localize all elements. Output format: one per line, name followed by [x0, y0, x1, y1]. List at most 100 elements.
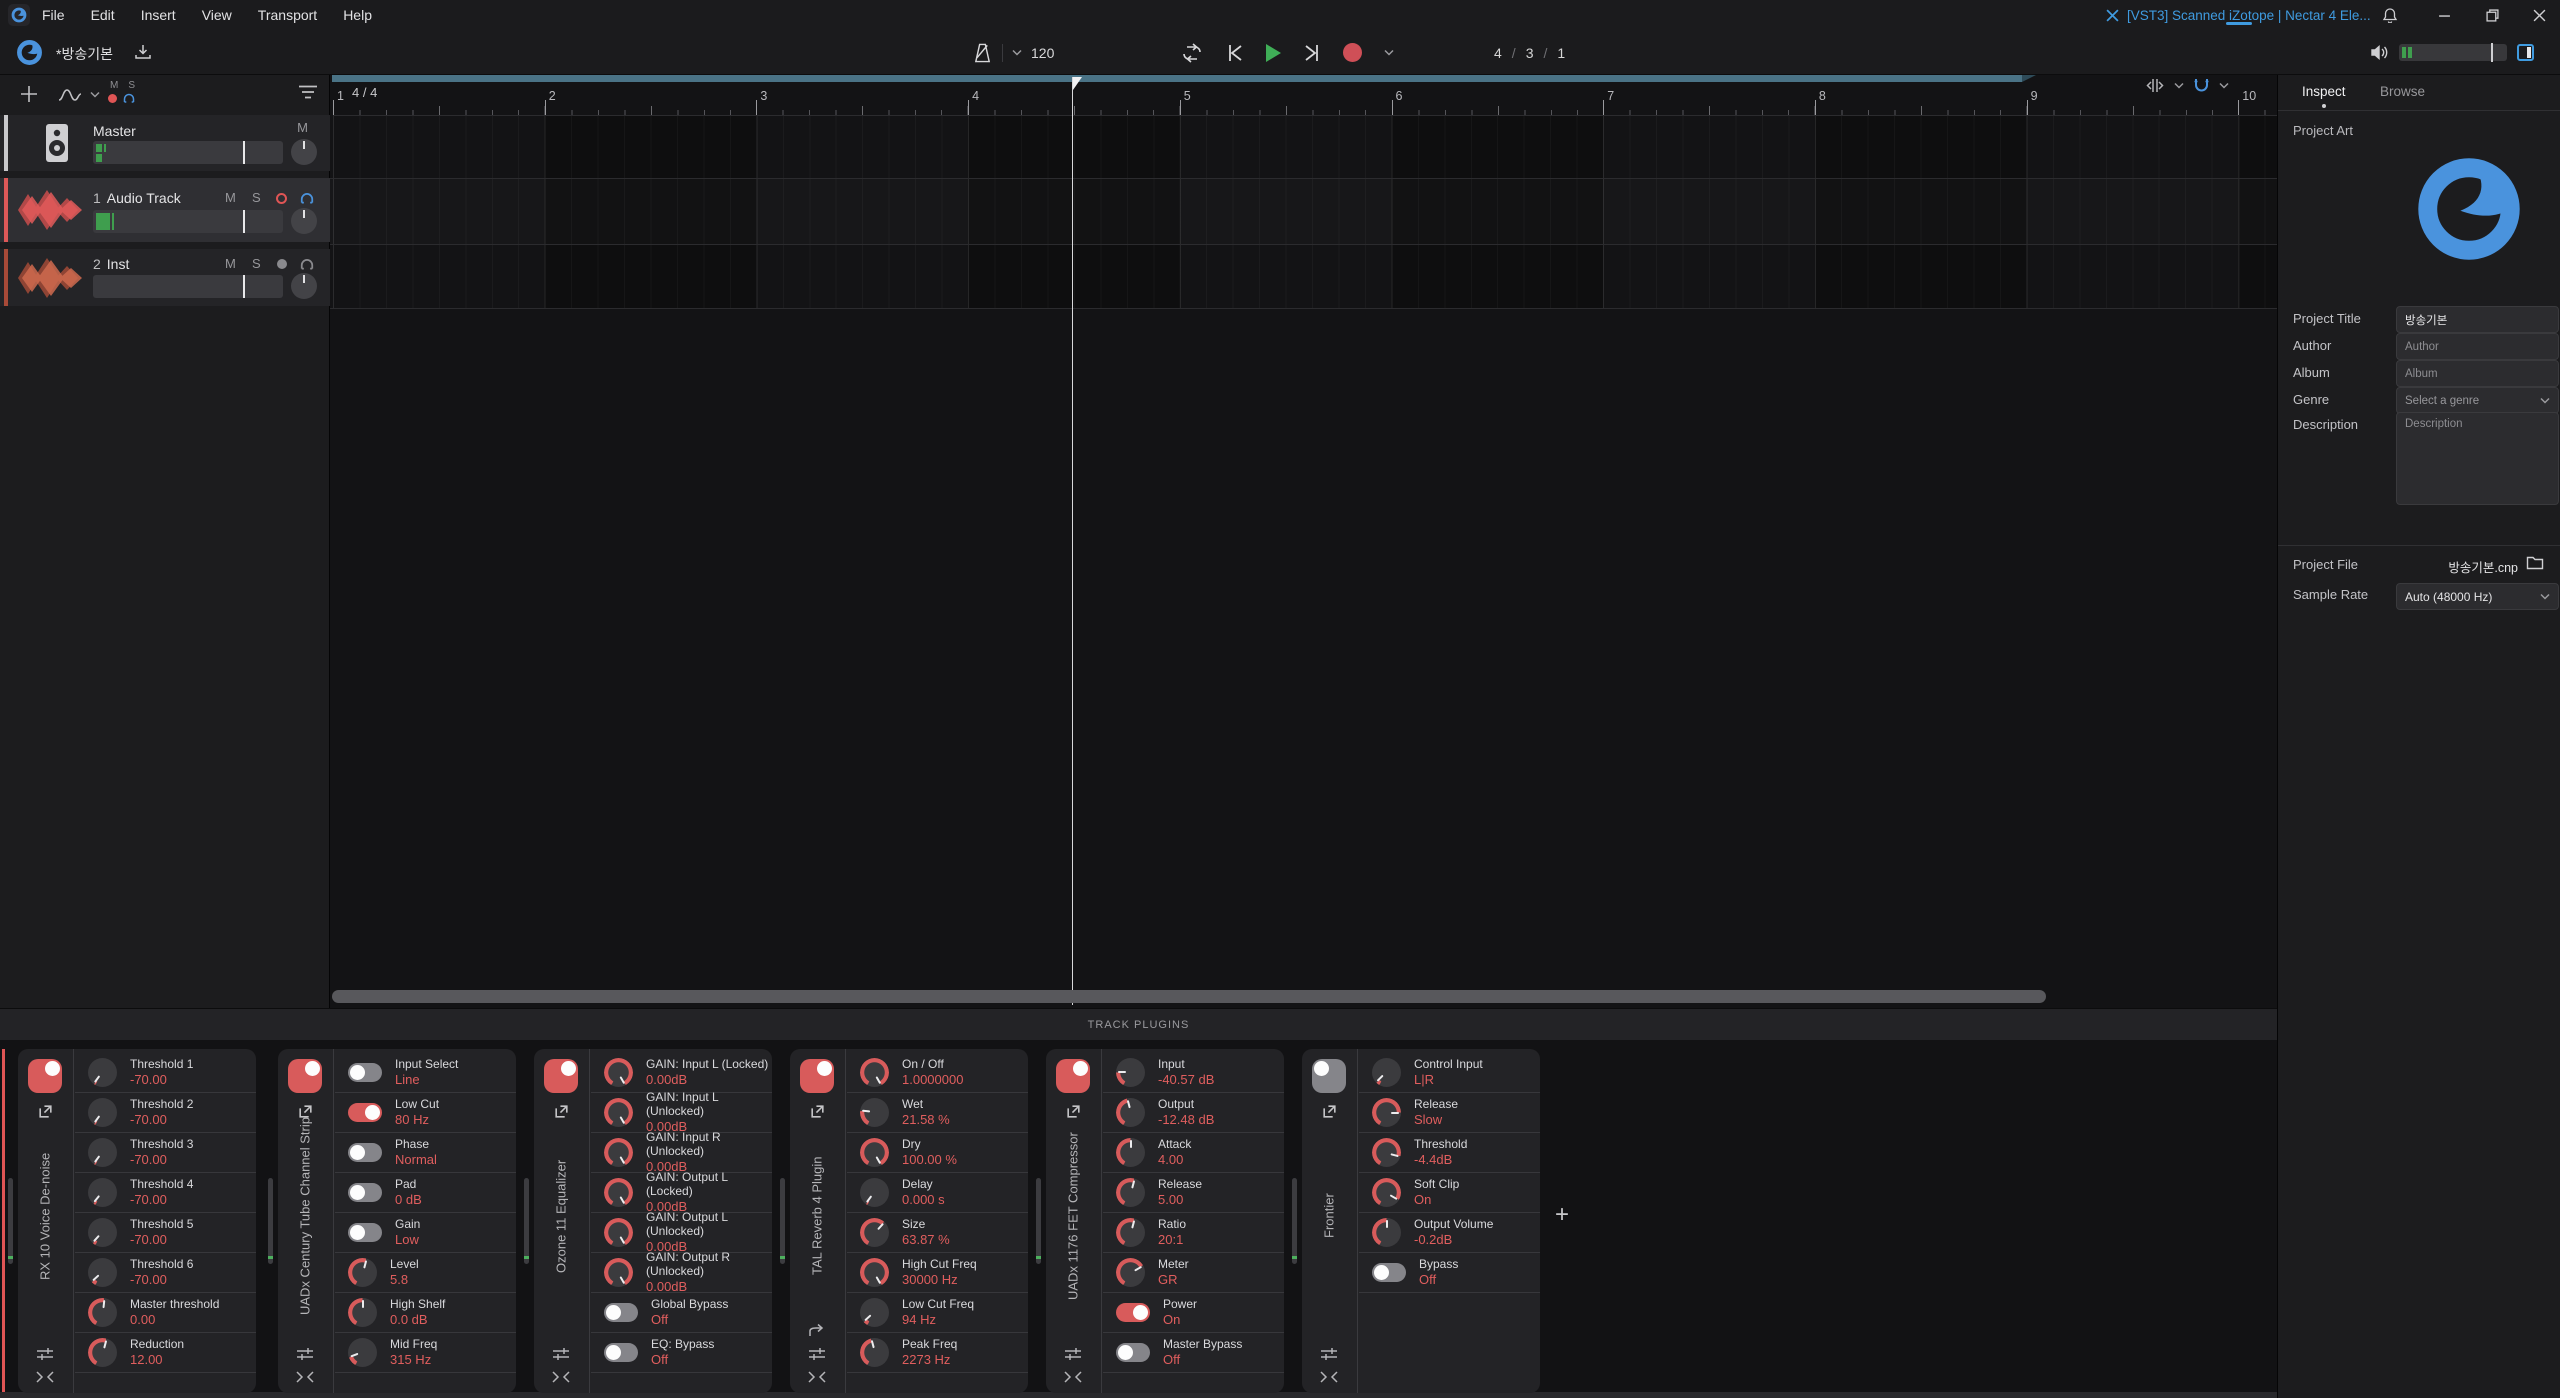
- param-knob[interactable]: [1116, 1178, 1145, 1207]
- slider-handle[interactable]: [243, 210, 245, 233]
- solo-button[interactable]: S: [252, 190, 261, 205]
- param-value[interactable]: Off: [651, 1312, 728, 1328]
- project-art-image[interactable]: [2414, 154, 2524, 264]
- param-knob[interactable]: [348, 1338, 377, 1367]
- collapse-panel-icon[interactable]: [296, 1371, 314, 1383]
- ruler-bar[interactable]: 2: [545, 75, 757, 115]
- plugin-power-toggle[interactable]: [1312, 1059, 1346, 1093]
- master-pan-knob[interactable]: [291, 139, 317, 165]
- param-knob[interactable]: [1372, 1058, 1401, 1087]
- menu-help[interactable]: Help: [343, 7, 372, 23]
- collapse-panel-icon[interactable]: [1064, 1371, 1082, 1383]
- tab-browse[interactable]: Browse: [2380, 84, 2425, 99]
- param-value[interactable]: -70.00: [130, 1192, 193, 1208]
- param-value[interactable]: Line: [395, 1072, 458, 1088]
- param-toggle[interactable]: [348, 1103, 382, 1122]
- slider-handle[interactable]: [243, 275, 245, 298]
- ruler-bar[interactable]: 7: [1603, 75, 1815, 115]
- mini-headphones-icon[interactable]: [123, 93, 135, 103]
- param-toggle[interactable]: [348, 1063, 382, 1082]
- param-knob[interactable]: [88, 1058, 117, 1087]
- param-toggle[interactable]: [1372, 1263, 1406, 1282]
- param-knob[interactable]: [860, 1058, 889, 1087]
- param-value[interactable]: 315 Hz: [390, 1352, 437, 1368]
- param-toggle[interactable]: [1116, 1303, 1150, 1322]
- plugin-power-toggle[interactable]: [288, 1059, 322, 1093]
- param-knob[interactable]: [1116, 1258, 1145, 1287]
- dismiss-notification-icon[interactable]: [2106, 9, 2119, 22]
- ruler-bar[interactable]: 8: [1815, 75, 2027, 115]
- param-value[interactable]: 5.00: [1158, 1192, 1202, 1208]
- param-value[interactable]: 1.0000000: [902, 1072, 963, 1088]
- param-knob[interactable]: [88, 1098, 117, 1127]
- param-knob[interactable]: [1372, 1098, 1401, 1127]
- speaker-icon[interactable]: [2370, 44, 2389, 61]
- param-value[interactable]: -0.2dB: [1414, 1232, 1493, 1248]
- side-panel-toggle-icon[interactable]: [2517, 44, 2534, 61]
- album-input[interactable]: [2396, 360, 2559, 387]
- plugin-settings-icon[interactable]: [1064, 1346, 1082, 1362]
- param-value[interactable]: Off: [651, 1352, 714, 1368]
- param-value[interactable]: 0.00dB: [646, 1279, 772, 1295]
- param-value[interactable]: 94 Hz: [902, 1312, 974, 1328]
- track-row-inst[interactable]: 2Inst M S: [0, 249, 330, 306]
- menu-view[interactable]: View: [202, 7, 232, 23]
- param-toggle[interactable]: [604, 1343, 638, 1362]
- track-pan-knob[interactable]: [291, 273, 317, 299]
- project-title-input[interactable]: [2396, 306, 2559, 333]
- master-volume-slider[interactable]: [93, 141, 283, 164]
- param-knob[interactable]: [88, 1178, 117, 1207]
- param-knob[interactable]: [88, 1338, 117, 1367]
- maximize-restore-button[interactable]: [2484, 7, 2500, 23]
- loop-icon[interactable]: [1180, 41, 1204, 65]
- param-value[interactable]: 20:1: [1158, 1232, 1186, 1248]
- add-track-icon[interactable]: [20, 85, 38, 103]
- param-knob[interactable]: [860, 1298, 889, 1327]
- quick-track-controls[interactable]: M S: [108, 80, 148, 103]
- param-knob[interactable]: [1116, 1058, 1145, 1087]
- author-input[interactable]: [2396, 333, 2559, 360]
- track-volume-slider[interactable]: [93, 210, 283, 233]
- param-value[interactable]: -70.00: [130, 1112, 193, 1128]
- plugin-power-toggle[interactable]: [28, 1059, 62, 1093]
- param-value[interactable]: 4.00: [1158, 1152, 1191, 1168]
- param-knob[interactable]: [348, 1298, 377, 1327]
- solo-button[interactable]: S: [252, 256, 261, 271]
- volume-slider[interactable]: [2399, 44, 2507, 61]
- plugin-power-toggle[interactable]: [1056, 1059, 1090, 1093]
- record-arm-button[interactable]: [276, 193, 287, 204]
- collapse-panel-icon[interactable]: [1320, 1371, 1338, 1383]
- param-value[interactable]: On: [1414, 1192, 1459, 1208]
- param-knob[interactable]: [860, 1338, 889, 1367]
- bell-icon[interactable]: [2382, 7, 2398, 23]
- param-toggle[interactable]: [348, 1183, 382, 1202]
- record-arm-button[interactable]: [277, 259, 287, 269]
- track-volume-slider[interactable]: [93, 275, 283, 298]
- mute-button[interactable]: M: [225, 190, 236, 205]
- play-button[interactable]: [1266, 44, 1281, 62]
- plugin-power-toggle[interactable]: [800, 1059, 834, 1093]
- track-pan-knob[interactable]: [291, 208, 317, 234]
- tempo-value[interactable]: 120: [1031, 45, 1054, 61]
- tempo-chevron-down-icon[interactable]: [1012, 49, 1022, 56]
- record-button[interactable]: [1343, 43, 1362, 62]
- open-folder-icon[interactable]: [2526, 555, 2544, 571]
- lane-audio-track[interactable]: [330, 179, 2277, 245]
- param-knob[interactable]: [1116, 1098, 1145, 1127]
- mute-button[interactable]: M: [225, 256, 236, 271]
- ruler-bar[interactable]: 3: [756, 75, 968, 115]
- ruler-bar[interactable]: 1: [333, 75, 545, 115]
- param-knob[interactable]: [604, 1058, 633, 1087]
- param-knob[interactable]: [348, 1258, 377, 1287]
- menu-transport[interactable]: Transport: [258, 7, 317, 23]
- track-tool-chevron-down-icon[interactable]: [90, 91, 100, 98]
- collapse-panel-icon[interactable]: [36, 1371, 54, 1383]
- param-knob[interactable]: [604, 1218, 633, 1247]
- minimize-button[interactable]: [2436, 7, 2452, 23]
- plugin-settings-icon[interactable]: [296, 1346, 314, 1362]
- param-knob[interactable]: [1372, 1178, 1401, 1207]
- metronome-icon[interactable]: [972, 42, 993, 64]
- param-value[interactable]: 2273 Hz: [902, 1352, 957, 1368]
- param-value[interactable]: -70.00: [130, 1232, 193, 1248]
- param-value[interactable]: -70.00: [130, 1272, 193, 1288]
